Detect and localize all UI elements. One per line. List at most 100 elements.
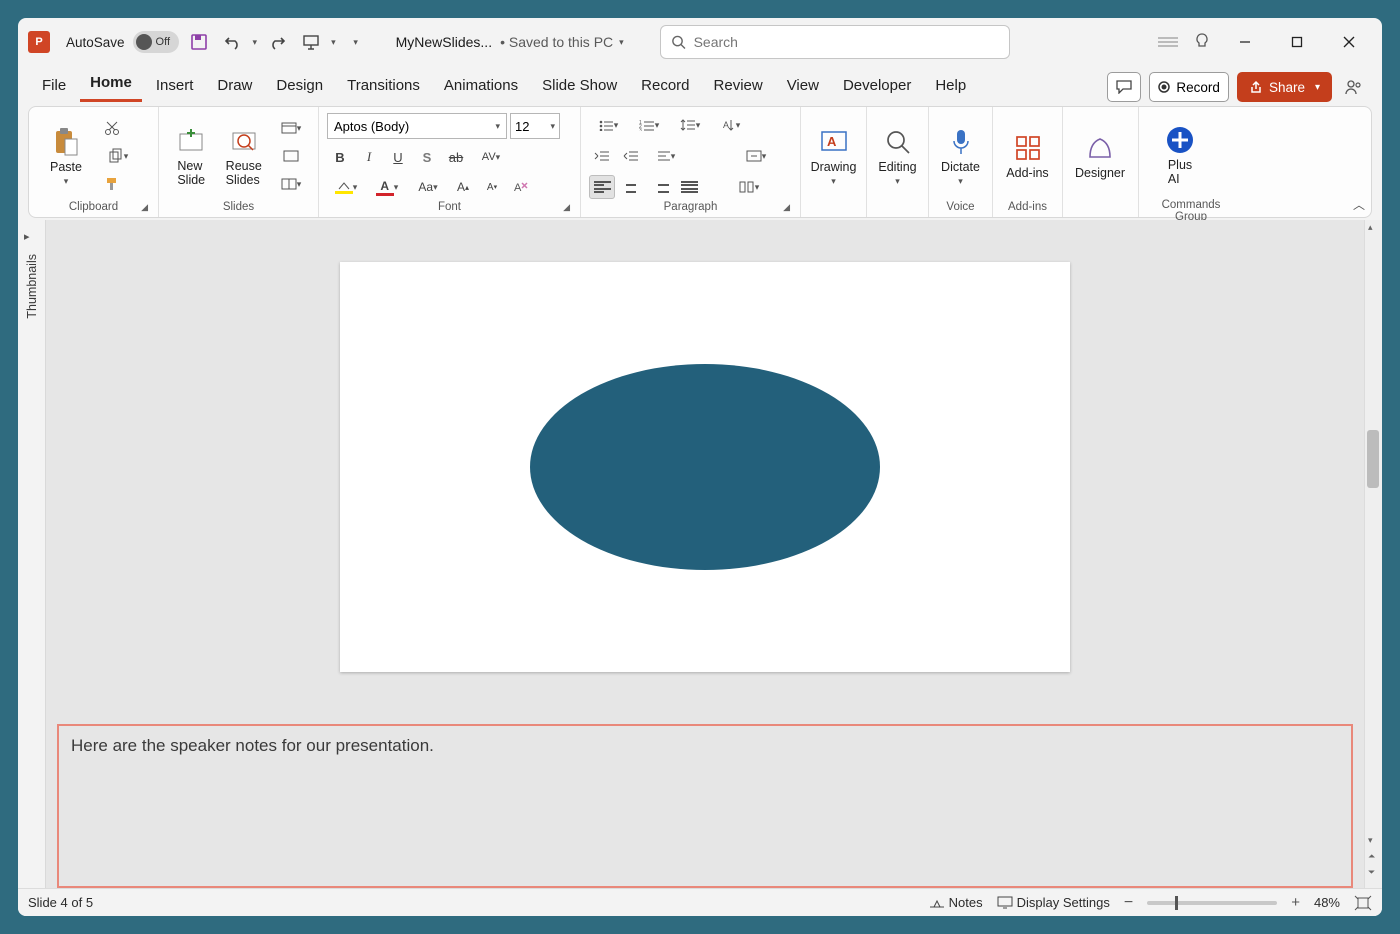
reset-button[interactable] xyxy=(272,144,310,168)
account-button[interactable] xyxy=(1154,28,1182,56)
oval-shape[interactable] xyxy=(530,364,880,570)
underline-button[interactable]: U xyxy=(385,145,411,169)
numbering-button[interactable]: 123▾ xyxy=(630,113,668,137)
present-button[interactable] xyxy=(297,28,325,56)
tab-home[interactable]: Home xyxy=(80,68,142,102)
display-settings-button[interactable]: Display Settings xyxy=(997,895,1110,910)
minimize-button[interactable] xyxy=(1222,19,1268,65)
reuse-slides-button[interactable]: Reuse Slides xyxy=(220,112,269,200)
present-dropdown[interactable]: ▾ xyxy=(331,37,336,48)
search-box[interactable] xyxy=(660,25,1010,59)
addins-button[interactable]: Add-ins xyxy=(1001,112,1054,200)
next-slide-icon[interactable]: ⏷ xyxy=(1368,867,1375,878)
plus-ai-button[interactable]: Plus AI xyxy=(1147,111,1213,199)
bold-button[interactable]: B xyxy=(327,145,353,169)
designer-button[interactable]: Designer xyxy=(1071,112,1129,200)
scroll-up-icon[interactable]: ▴ xyxy=(1368,222,1373,233)
fit-to-window-button[interactable] xyxy=(1354,895,1372,911)
char-spacing-button[interactable]: AV▾ xyxy=(472,145,510,169)
tab-help[interactable]: Help xyxy=(925,71,976,102)
slide-canvas[interactable] xyxy=(340,262,1070,672)
increase-indent-button[interactable] xyxy=(618,144,644,168)
new-slide-button[interactable]: New Slide xyxy=(167,112,216,200)
expand-thumbnails-icon[interactable]: ▸ xyxy=(24,230,30,243)
convert-smartart-button[interactable]: ▾ xyxy=(737,144,775,168)
paste-button[interactable]: Paste▾ xyxy=(37,112,95,200)
file-name[interactable]: MyNewSlides... xyxy=(396,34,492,50)
strikethrough-button[interactable]: ab xyxy=(443,145,469,169)
align-right-button[interactable] xyxy=(647,175,673,199)
zoom-out-button[interactable]: − xyxy=(1124,894,1133,912)
tab-design[interactable]: Design xyxy=(266,71,333,102)
tab-insert[interactable]: Insert xyxy=(146,71,204,102)
save-button[interactable] xyxy=(185,28,213,56)
tab-developer[interactable]: Developer xyxy=(833,71,921,102)
format-painter-button[interactable] xyxy=(99,172,125,196)
record-button[interactable]: Record xyxy=(1149,72,1229,102)
line-spacing-button[interactable]: ▾ xyxy=(671,113,709,137)
paragraph-launcher[interactable]: ◢ xyxy=(783,202,790,213)
cut-button[interactable] xyxy=(99,116,125,140)
tab-file[interactable]: File xyxy=(32,71,76,102)
tab-draw[interactable]: Draw xyxy=(207,71,262,102)
tab-animations[interactable]: Animations xyxy=(434,71,528,102)
close-button[interactable] xyxy=(1326,19,1372,65)
qat-customize[interactable]: ▾ xyxy=(342,28,370,56)
notes-pane[interactable]: Here are the speaker notes for our prese… xyxy=(57,724,1353,888)
help-lightbulb-icon[interactable] xyxy=(1188,28,1216,56)
font-color-button[interactable]: A▾ xyxy=(368,175,406,199)
justify-button[interactable] xyxy=(676,175,702,199)
collapse-ribbon-button[interactable]: ︿ xyxy=(1353,196,1365,213)
comments-button[interactable] xyxy=(1107,72,1141,102)
zoom-in-button[interactable]: + xyxy=(1291,894,1300,911)
drawing-button[interactable]: ADrawing▾ xyxy=(809,112,858,200)
bullets-button[interactable]: ▾ xyxy=(589,113,627,137)
font-launcher[interactable]: ◢ xyxy=(563,202,570,213)
vertical-scrollbar[interactable]: ▴ ▾ ⏶ ⏷ xyxy=(1364,220,1382,888)
notes-toggle[interactable]: Notes xyxy=(929,895,983,910)
tab-transitions[interactable]: Transitions xyxy=(337,71,430,102)
editing-button[interactable]: Editing▾ xyxy=(875,112,920,200)
slide-counter[interactable]: Slide 4 of 5 xyxy=(28,895,93,910)
prev-slide-icon[interactable]: ⏶ xyxy=(1368,851,1375,862)
tab-view[interactable]: View xyxy=(777,71,829,102)
align-center-button[interactable] xyxy=(618,175,644,199)
autosave-toggle[interactable]: Off xyxy=(133,31,179,53)
collab-button[interactable] xyxy=(1340,73,1368,101)
shadow-button[interactable]: S xyxy=(414,145,440,169)
decrease-indent-button[interactable] xyxy=(589,144,615,168)
columns-button[interactable]: ▾ xyxy=(730,175,768,199)
italic-button[interactable]: I xyxy=(356,145,382,169)
font-size-select[interactable]: 12▾ xyxy=(510,113,560,139)
tab-review[interactable]: Review xyxy=(704,71,773,102)
highlight-button[interactable]: ▾ xyxy=(327,175,365,199)
change-case-button[interactable]: Aa▾ xyxy=(409,175,447,199)
shrink-font-button[interactable]: A▾ xyxy=(479,175,505,199)
zoom-slider[interactable] xyxy=(1147,901,1277,905)
section-button[interactable]: ▾ xyxy=(272,172,310,196)
redo-button[interactable] xyxy=(263,28,291,56)
scroll-down-icon[interactable]: ▾ xyxy=(1368,835,1373,846)
filename-dropdown[interactable]: ▾ xyxy=(619,37,624,48)
text-direction-button[interactable]: A▾ xyxy=(712,113,750,137)
notes-text[interactable]: Here are the speaker notes for our prese… xyxy=(71,736,434,755)
undo-dropdown[interactable]: ▾ xyxy=(253,37,258,48)
copy-button[interactable]: ▾ xyxy=(99,144,137,168)
undo-button[interactable] xyxy=(219,28,247,56)
thumbnails-rail[interactable]: ▸ Thumbnails xyxy=(18,220,46,888)
clipboard-launcher[interactable]: ◢ xyxy=(141,202,148,213)
maximize-button[interactable] xyxy=(1274,19,1320,65)
tab-record[interactable]: Record xyxy=(631,71,699,102)
align-text-button[interactable]: ▾ xyxy=(647,144,685,168)
font-name-select[interactable]: Aptos (Body)▾ xyxy=(327,113,507,139)
dictate-button[interactable]: Dictate▾ xyxy=(937,112,984,200)
tab-slideshow[interactable]: Slide Show xyxy=(532,71,627,102)
zoom-level[interactable]: 48% xyxy=(1314,895,1340,910)
grow-font-button[interactable]: A▴ xyxy=(450,175,476,199)
scrollbar-thumb[interactable] xyxy=(1367,430,1379,488)
slide-stage[interactable] xyxy=(46,220,1364,714)
share-button[interactable]: Share▾ xyxy=(1237,72,1332,102)
clear-formatting-button[interactable]: A xyxy=(508,175,534,199)
align-left-button[interactable] xyxy=(589,175,615,199)
layout-button[interactable]: ▾ xyxy=(272,116,310,140)
